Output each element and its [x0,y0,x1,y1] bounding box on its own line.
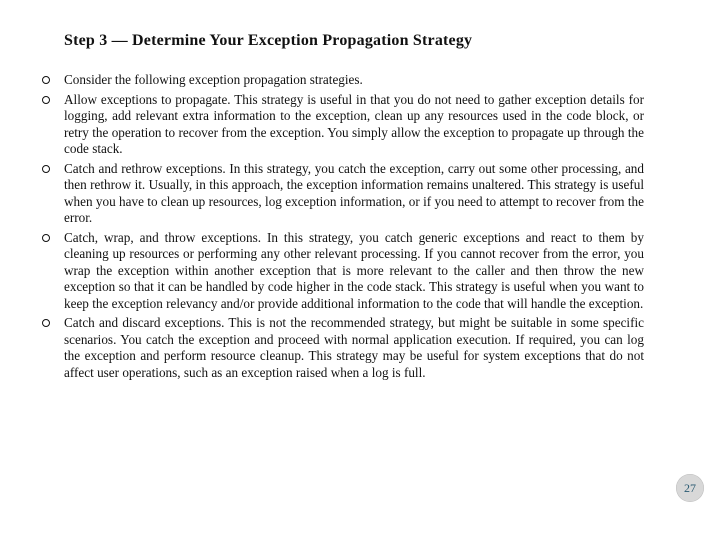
list-item: Consider the following exception propaga… [36,72,644,89]
list-item: Allow exceptions to propagate. This stra… [36,92,644,158]
page-number-badge: 27 [676,474,704,502]
list-item: Catch and discard exceptions. This is no… [36,315,644,381]
slide-heading: Step 3 — Determine Your Exception Propag… [64,32,692,50]
page-number: 27 [684,481,696,496]
list-item: Catch, wrap, and throw exceptions. In th… [36,230,644,313]
slide: Step 3 — Determine Your Exception Propag… [0,0,720,540]
bullet-list: Consider the following exception propaga… [36,72,692,381]
list-item: Catch and rethrow exceptions. In this st… [36,161,644,227]
